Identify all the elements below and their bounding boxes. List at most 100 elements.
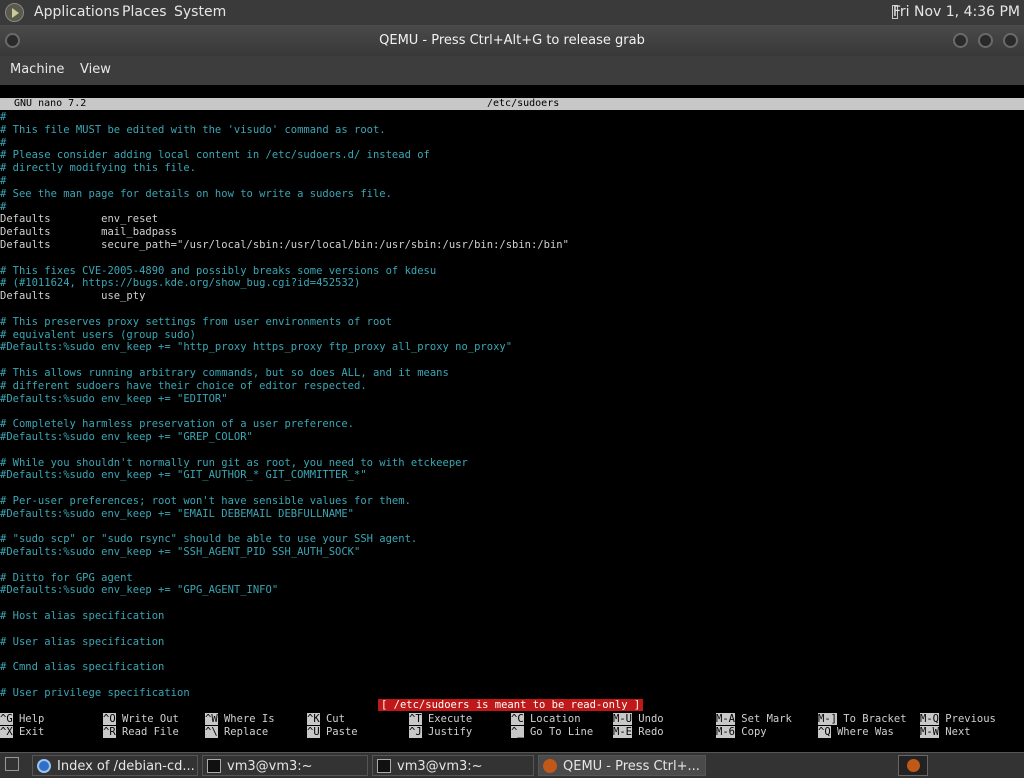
editor-line[interactable] bbox=[0, 303, 1024, 316]
taskbar-button[interactable]: vm3@vm3:~ bbox=[372, 755, 534, 776]
shortcut-label: Where Is bbox=[223, 713, 275, 725]
editor-line[interactable] bbox=[0, 521, 1024, 534]
maximize-button[interactable] bbox=[978, 33, 993, 48]
shortcut-label: Read File bbox=[121, 726, 179, 738]
editor-line[interactable] bbox=[0, 354, 1024, 367]
shortcut-label: Where Was bbox=[836, 726, 894, 738]
editor-line[interactable]: # Ditto for GPG agent bbox=[0, 572, 1024, 585]
editor-line[interactable]: # Per-user preferences; root won't have … bbox=[0, 495, 1024, 508]
editor-line[interactable]: Defaults mail_badpass bbox=[0, 226, 1024, 239]
editor-line[interactable]: # bbox=[0, 137, 1024, 150]
editor-line[interactable] bbox=[0, 623, 1024, 636]
shortcut-exit[interactable]: ^X Exit bbox=[0, 726, 44, 739]
editor-line[interactable]: Defaults env_reset bbox=[0, 213, 1024, 226]
shortcut-key: ^U bbox=[307, 726, 320, 738]
editor-line[interactable]: Defaults use_pty bbox=[0, 290, 1024, 303]
clock[interactable]: Fri Nov 1, 4:36 PM bbox=[893, 4, 1020, 20]
editor-line[interactable]: # Please consider adding local content i… bbox=[0, 149, 1024, 162]
shortcut-set-mark[interactable]: M-A Set Mark bbox=[716, 713, 792, 726]
editor-line[interactable] bbox=[0, 405, 1024, 418]
shortcut-next[interactable]: M-W Next bbox=[920, 726, 971, 739]
editor-line[interactable]: # Cmnd alias specification bbox=[0, 661, 1024, 674]
shortcut-where-was[interactable]: ^Q Where Was bbox=[818, 726, 894, 739]
shortcut-where-is[interactable]: ^W Where Is bbox=[205, 713, 275, 726]
qemu-menubar: Machine View bbox=[0, 56, 1024, 85]
editor-line[interactable]: # This preserves proxy settings from use… bbox=[0, 316, 1024, 329]
editor-line[interactable]: #Defaults:%sudo env_keep += "http_proxy … bbox=[0, 341, 1024, 354]
taskbar-button[interactable]: Index of /debian-cd... bbox=[32, 755, 198, 776]
shortcut-help[interactable]: ^G Help bbox=[0, 713, 44, 726]
window-menu-button[interactable] bbox=[5, 33, 20, 48]
shortcut-to-bracket[interactable]: M-] To Bracket bbox=[818, 713, 907, 726]
show-desktop-icon[interactable] bbox=[5, 757, 19, 771]
editor-line[interactable] bbox=[0, 597, 1024, 610]
shortcut-go-to-line[interactable]: ^_ Go To Line bbox=[511, 726, 593, 739]
shortcut-label: To Bracket bbox=[843, 713, 907, 725]
qemu-tray-icon[interactable] bbox=[898, 755, 928, 776]
editor-line[interactable]: # This allows running arbitrary commands… bbox=[0, 367, 1024, 380]
editor-line[interactable]: #Defaults:%sudo env_keep += "EMAIL DEBEM… bbox=[0, 508, 1024, 521]
shortcut-key: M-E bbox=[613, 726, 632, 738]
shortcut-key: M-Q bbox=[920, 713, 939, 725]
taskbar-button-label: vm3@vm3:~ bbox=[227, 759, 313, 774]
editor-line[interactable]: #Defaults:%sudo env_keep += "GPG_AGENT_I… bbox=[0, 584, 1024, 597]
shortcut-replace[interactable]: ^\ Replace bbox=[205, 726, 268, 739]
editor-line[interactable]: # directly modifying this file. bbox=[0, 162, 1024, 175]
editor-line[interactable]: # Completely harmless preservation of a … bbox=[0, 418, 1024, 431]
shortcut-paste[interactable]: ^U Paste bbox=[307, 726, 358, 739]
applications-menu[interactable]: Applications bbox=[34, 4, 120, 20]
editor-line[interactable] bbox=[0, 252, 1024, 265]
editor-line[interactable]: # See the man page for details on how to… bbox=[0, 188, 1024, 201]
places-menu[interactable]: Places bbox=[122, 4, 167, 20]
editor-line[interactable]: # While you shouldn't normally run git a… bbox=[0, 457, 1024, 470]
close-button[interactable] bbox=[1003, 33, 1018, 48]
taskbar-button[interactable]: QEMU - Press Ctrl+... bbox=[538, 755, 706, 776]
shortcut-key: ^R bbox=[103, 726, 116, 738]
chromium-icon bbox=[37, 759, 51, 773]
shortcut-key: M-6 bbox=[716, 726, 735, 738]
shortcut-undo[interactable]: M-U Undo bbox=[613, 713, 664, 726]
taskbar-button-label: Index of /debian-cd... bbox=[57, 759, 195, 774]
taskbar-button[interactable]: vm3@vm3:~ bbox=[202, 755, 368, 776]
editor-line[interactable] bbox=[0, 559, 1024, 572]
shortcut-copy[interactable]: M-6 Copy bbox=[716, 726, 767, 739]
shortcut-cut[interactable]: ^K Cut bbox=[307, 713, 345, 726]
shortcut-location[interactable]: ^C Location bbox=[511, 713, 581, 726]
editor-line[interactable] bbox=[0, 648, 1024, 661]
shortcut-label: Location bbox=[529, 713, 581, 725]
editor-line[interactable]: # bbox=[0, 201, 1024, 214]
editor-line[interactable]: # This file MUST be edited with the 'vis… bbox=[0, 124, 1024, 137]
editor-line[interactable]: Defaults secure_path="/usr/local/sbin:/u… bbox=[0, 239, 1024, 252]
minimize-button[interactable] bbox=[953, 33, 968, 48]
editor-line[interactable]: # equivalent users (group sudo) bbox=[0, 329, 1024, 342]
shortcut-key: M-A bbox=[716, 713, 735, 725]
shortcut-write-out[interactable]: ^O Write Out bbox=[103, 713, 179, 726]
shortcut-justify[interactable]: ^J Justify bbox=[409, 726, 472, 739]
editor-line[interactable] bbox=[0, 482, 1024, 495]
applications-icon[interactable] bbox=[5, 3, 24, 22]
editor-line[interactable]: # (#1011624, https://bugs.kde.org/show_b… bbox=[0, 277, 1024, 290]
editor-line[interactable]: # bbox=[0, 175, 1024, 188]
editor-line[interactable] bbox=[0, 674, 1024, 687]
nano-editor-buffer[interactable]: # # This file MUST be edited with the 'vi… bbox=[0, 111, 1024, 700]
editor-line[interactable]: # "sudo scp" or "sudo rsync" should be a… bbox=[0, 533, 1024, 546]
editor-line[interactable]: #Defaults:%sudo env_keep += "GIT_AUTHOR_… bbox=[0, 469, 1024, 482]
editor-line[interactable]: #Defaults:%sudo env_keep += "SSH_AGENT_P… bbox=[0, 546, 1024, 559]
editor-line[interactable]: # User privilege specification bbox=[0, 687, 1024, 700]
shortcut-execute[interactable]: ^T Execute bbox=[409, 713, 472, 726]
editor-line[interactable]: #Defaults:%sudo env_keep += "EDITOR" bbox=[0, 393, 1024, 406]
editor-line[interactable]: # This fixes CVE-2005-4890 and possibly … bbox=[0, 265, 1024, 278]
machine-menu[interactable]: Machine bbox=[10, 62, 64, 77]
editor-line[interactable]: # different sudoers have their choice of… bbox=[0, 380, 1024, 393]
shortcut-previous[interactable]: M-Q Previous bbox=[920, 713, 996, 726]
shortcut-read-file[interactable]: ^R Read File bbox=[103, 726, 179, 739]
editor-line[interactable]: # Host alias specification bbox=[0, 610, 1024, 623]
shortcut-redo[interactable]: M-E Redo bbox=[613, 726, 664, 739]
system-menu[interactable]: System bbox=[174, 4, 226, 20]
view-menu[interactable]: View bbox=[80, 62, 111, 77]
editor-line[interactable] bbox=[0, 444, 1024, 457]
editor-line[interactable]: #Defaults:%sudo env_keep += "GREP_COLOR" bbox=[0, 431, 1024, 444]
editor-line[interactable]: # User alias specification bbox=[0, 636, 1024, 649]
editor-line[interactable]: # bbox=[0, 111, 1024, 124]
window-titlebar[interactable]: QEMU - Press Ctrl+Alt+G to release grab bbox=[0, 25, 1024, 56]
